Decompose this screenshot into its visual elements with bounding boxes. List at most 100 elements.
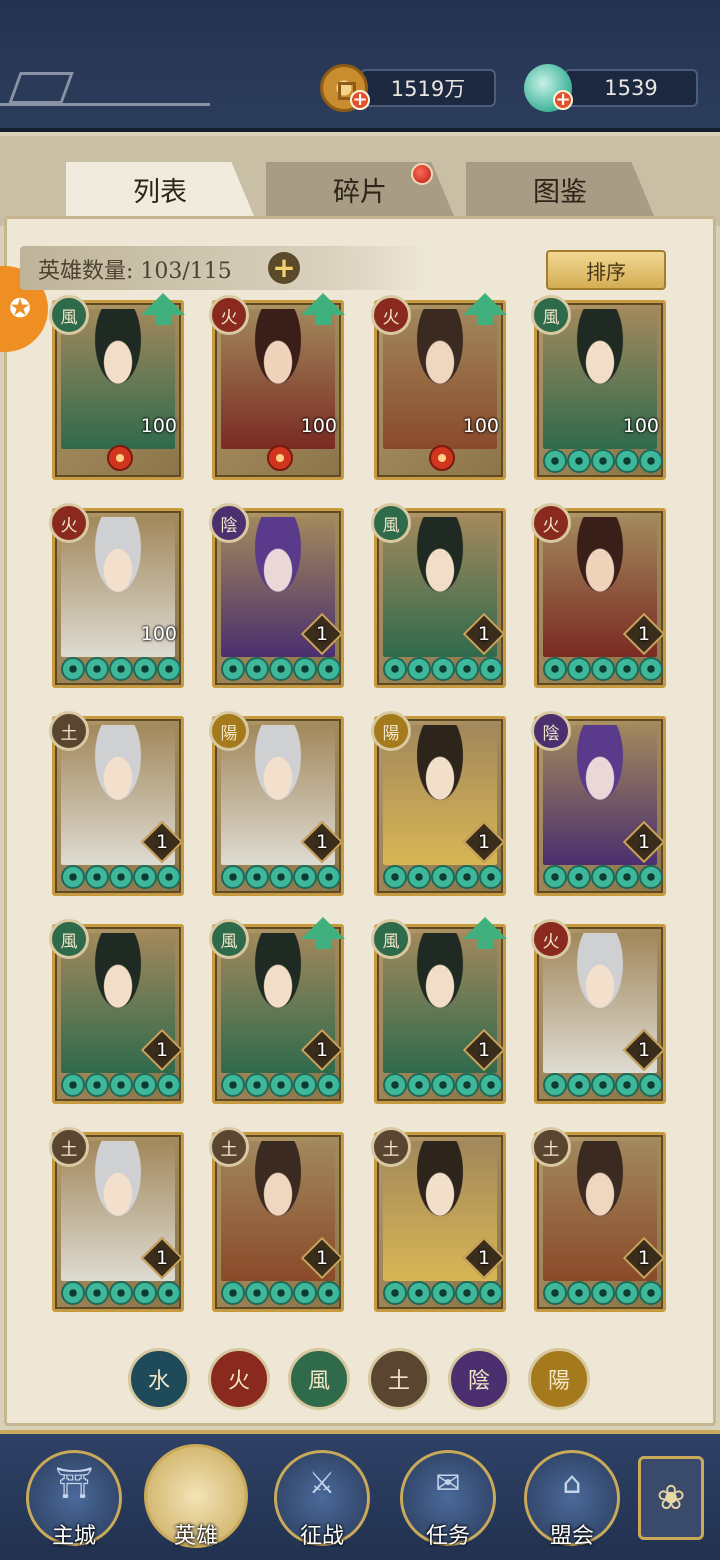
- hero-card[interactable]: 土1: [49, 1127, 184, 1312]
- hero-card[interactable]: 火 100: [209, 293, 345, 480]
- hero-card[interactable]: 火 100: [371, 293, 507, 480]
- element-badge: 風: [209, 919, 249, 959]
- element-badge: 風: [49, 919, 89, 959]
- jade-star-icon: [269, 865, 293, 889]
- jade-star-icon: [157, 1281, 181, 1305]
- jade-star-icon: [221, 1281, 245, 1305]
- jade-star-icon: [639, 1073, 663, 1097]
- jade-star-icon: [293, 865, 317, 889]
- tab-list[interactable]: 列表: [66, 162, 254, 216]
- jade-star-icon: [455, 657, 479, 681]
- jade-star-icon: [269, 1073, 293, 1097]
- jade-star-icon: [157, 865, 181, 889]
- hero-card[interactable]: 火 100: [49, 503, 184, 688]
- element-badge: 土: [209, 1127, 249, 1167]
- notification-dot: [411, 163, 433, 185]
- add-jade-button[interactable]: +: [553, 90, 573, 110]
- element-filter-button[interactable]: 陰: [448, 1348, 510, 1410]
- star-rating: [383, 865, 503, 889]
- jade-star-icon: [455, 1281, 479, 1305]
- element-filter-button[interactable]: 火: [208, 1348, 270, 1410]
- jade-star-icon: [479, 1281, 503, 1305]
- jade-star-icon: [479, 865, 503, 889]
- hero-count: 英雄数量: 103/115: [38, 259, 232, 284]
- hero-card[interactable]: 土1: [209, 1127, 344, 1312]
- sort-button[interactable]: 排序: [546, 250, 666, 290]
- nav-label: 盟会: [549, 1524, 594, 1549]
- jade-star-icon: [269, 1281, 293, 1305]
- hero-card[interactable]: 風1: [371, 917, 507, 1104]
- jade-star-icon: [615, 865, 639, 889]
- jade-star-icon: [543, 1281, 567, 1305]
- tab-fragments-label: 碎片: [333, 176, 387, 208]
- jade-star-icon: [293, 1281, 317, 1305]
- jade-star-icon: [61, 1073, 85, 1097]
- hero-card[interactable]: 陽1: [371, 711, 506, 896]
- star-rating: [61, 657, 181, 681]
- tab-codex[interactable]: 图鉴: [466, 162, 654, 216]
- tab-list-label: 列表: [133, 176, 187, 208]
- star-rating: [221, 657, 341, 681]
- element-badge: 火: [49, 503, 89, 543]
- element-badge: 陰: [531, 711, 571, 751]
- add-hero-slot-button[interactable]: +: [268, 252, 300, 284]
- jade-star-icon: [383, 865, 407, 889]
- hero-card[interactable]: 陰1: [531, 711, 666, 896]
- element-filter-button[interactable]: 陽: [528, 1348, 590, 1410]
- jade-star-icon: [133, 1281, 157, 1305]
- hero-card[interactable]: 陽1: [209, 711, 344, 896]
- jade-star-icon: [133, 865, 157, 889]
- nav-label: 主城: [51, 1524, 96, 1549]
- hero-card[interactable]: 土1: [49, 711, 184, 896]
- jade-star-icon: [543, 865, 567, 889]
- hero-card[interactable]: 火1: [531, 503, 666, 688]
- hero-card[interactable]: 風 100: [531, 295, 666, 480]
- element-badge: 陽: [209, 711, 249, 751]
- element-filter-button[interactable]: 水: [128, 1348, 190, 1410]
- awakening-mark-icon: [267, 445, 293, 471]
- jade-star-icon: [317, 1073, 341, 1097]
- upgrade-arrow-icon: [301, 917, 345, 949]
- hero-card[interactable]: 火1: [531, 919, 666, 1104]
- jade-star-icon: [85, 1281, 109, 1305]
- jade-star-icon: [317, 657, 341, 681]
- city-gate-icon: ⛩: [54, 1466, 94, 1501]
- jade-star-icon: [109, 865, 133, 889]
- jade-star-icon: [245, 657, 269, 681]
- coin-amount: 1519万: [390, 77, 466, 101]
- nav-label: 英雄: [173, 1524, 218, 1549]
- jade-star-icon: [133, 657, 157, 681]
- jade-star-icon: [157, 1073, 181, 1097]
- jade-star-icon: [567, 865, 591, 889]
- jade-star-icon: [245, 1073, 269, 1097]
- jade-star-icon: [61, 865, 85, 889]
- jade-star-icon: [109, 1073, 133, 1097]
- jade-star-icon: [317, 1281, 341, 1305]
- star-rating: [61, 865, 181, 889]
- jade-star-icon: [479, 1073, 503, 1097]
- jade-star-icon: [591, 449, 615, 473]
- hero-card[interactable]: 土1: [371, 1127, 506, 1312]
- element-filter-button[interactable]: 土: [368, 1348, 430, 1410]
- hero-card[interactable]: 土1: [531, 1127, 666, 1312]
- hero-card[interactable]: 風1: [209, 917, 345, 1104]
- jade-star-icon: [455, 865, 479, 889]
- element-badge: 土: [531, 1127, 571, 1167]
- element-badge: 土: [49, 711, 89, 751]
- add-coins-button[interactable]: +: [350, 90, 370, 110]
- hero-card[interactable]: 陰1: [209, 503, 344, 688]
- element-filter-button[interactable]: 風: [288, 1348, 350, 1410]
- flower-menu-icon[interactable]: ❀: [638, 1456, 704, 1540]
- hero-card[interactable]: 風1: [371, 503, 506, 688]
- hero-level: 100: [622, 415, 659, 437]
- star-rating: [383, 657, 503, 681]
- jade-star-icon: [431, 1073, 455, 1097]
- jade-star-icon: [543, 657, 567, 681]
- hero-card[interactable]: 風1: [49, 919, 184, 1104]
- jade-star-icon: [639, 865, 663, 889]
- jade-star-icon: [591, 865, 615, 889]
- jade-star-icon: [431, 865, 455, 889]
- jade-star-icon: [615, 1073, 639, 1097]
- star-rating: [61, 1073, 181, 1097]
- hero-card[interactable]: 風 100: [49, 293, 185, 480]
